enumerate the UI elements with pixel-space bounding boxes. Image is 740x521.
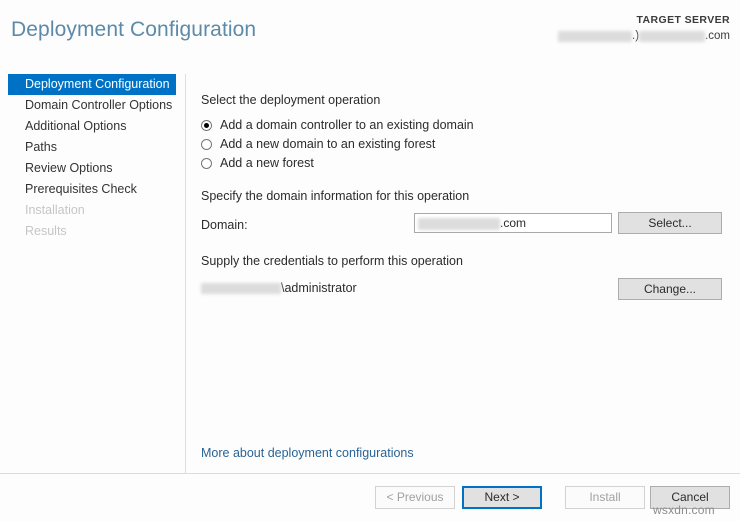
wizard-header: Deployment Configuration TARGET SERVER .… — [0, 0, 740, 62]
more-about-deployment-configurations-link[interactable]: More about deployment configurations — [201, 446, 414, 460]
credentials-heading: Supply the credentials to perform this o… — [201, 254, 463, 268]
install-button: Install — [565, 486, 645, 509]
wizard-sidebar: Deployment Configuration Domain Controll… — [0, 74, 186, 474]
radio-add-domain-controller-existing-domain[interactable]: Add a domain controller to an existing d… — [201, 116, 474, 135]
domain-information-heading: Specify the domain information for this … — [201, 189, 470, 203]
radio-add-new-domain-existing-forest[interactable]: Add a new domain to an existing forest — [201, 135, 474, 154]
radio-label: Add a domain controller to an existing d… — [220, 118, 474, 132]
sidebar-item-prerequisites-check[interactable]: Prerequisites Check — [0, 179, 185, 200]
wizard-footer: < Previous Next > Install Cancel — [0, 473, 740, 521]
sidebar-item-additional-options[interactable]: Additional Options — [0, 116, 185, 137]
domain-value-suffix: .com — [500, 216, 527, 230]
page-title: Deployment Configuration — [11, 18, 257, 41]
target-server-value: .) .com — [558, 29, 730, 43]
target-server-label: TARGET SERVER — [636, 14, 730, 26]
sidebar-item-deployment-configuration[interactable]: Deployment Configuration — [8, 74, 176, 95]
radio-add-new-forest[interactable]: Add a new forest — [201, 154, 474, 173]
deployment-operation-heading: Select the deployment operation — [201, 93, 381, 107]
domain-input[interactable]: .com — [414, 213, 612, 233]
select-domain-button[interactable]: Select... — [618, 212, 722, 234]
sidebar-item-domain-controller-options[interactable]: Domain Controller Options — [0, 95, 185, 116]
change-credentials-button[interactable]: Change... — [618, 278, 722, 300]
next-button[interactable]: Next > — [462, 486, 542, 509]
previous-button: < Previous — [375, 486, 455, 509]
cancel-button[interactable]: Cancel — [650, 486, 730, 509]
sidebar-item-paths[interactable]: Paths — [0, 137, 185, 158]
radio-button-icon — [201, 139, 212, 150]
target-server-block: TARGET SERVER .) .com — [558, 14, 730, 44]
radio-button-icon — [201, 158, 212, 169]
target-server-suffix: .com — [705, 30, 730, 43]
radio-label: Add a new forest — [220, 156, 314, 170]
credentials-value: \administrator — [201, 281, 357, 295]
redacted-server-domain — [639, 30, 706, 42]
sidebar-item-results: Results — [25, 224, 67, 238]
credentials-account-suffix: \administrator — [281, 281, 357, 295]
redacted-server-host — [558, 30, 633, 42]
redacted-domain-name — [418, 217, 500, 230]
wizard-content: Select the deployment operation Add a do… — [186, 74, 740, 474]
redacted-credential-domain — [201, 283, 281, 295]
domain-field-label: Domain: — [201, 218, 248, 232]
deployment-operation-radio-group: Add a domain controller to an existing d… — [201, 116, 474, 173]
radio-button-icon — [201, 120, 212, 131]
deployment-configuration-wizard: Deployment Configuration TARGET SERVER .… — [0, 0, 740, 521]
target-server-separator: .) — [632, 30, 640, 43]
sidebar-item-review-options[interactable]: Review Options — [0, 158, 185, 179]
radio-label: Add a new domain to an existing forest — [220, 137, 436, 151]
sidebar-item-installation: Installation — [25, 203, 85, 217]
